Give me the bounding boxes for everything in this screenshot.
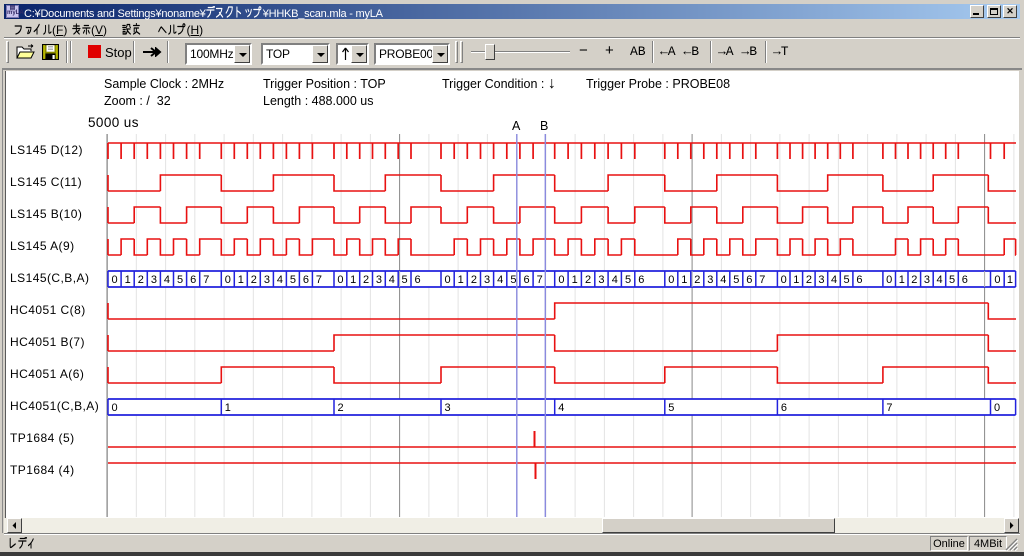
svg-text:4: 4 <box>389 274 395 286</box>
svg-text:6: 6 <box>190 274 196 286</box>
svg-text:1: 1 <box>1007 274 1013 286</box>
svg-text:7: 7 <box>537 274 543 286</box>
svg-text:2: 2 <box>694 274 700 286</box>
svg-text:0: 0 <box>994 402 1000 414</box>
svg-text:0: 0 <box>886 274 892 286</box>
svg-text:1: 1 <box>681 274 687 286</box>
svg-text:6: 6 <box>856 274 862 286</box>
svg-text:5: 5 <box>733 274 739 286</box>
svg-text:3: 3 <box>376 274 382 286</box>
svg-text:3: 3 <box>598 274 604 286</box>
svg-text:5: 5 <box>510 274 516 286</box>
svg-text:4: 4 <box>612 274 618 286</box>
svg-text:4: 4 <box>277 274 283 286</box>
svg-text:1: 1 <box>458 274 464 286</box>
svg-text:1: 1 <box>225 402 231 414</box>
svg-text:0: 0 <box>225 274 231 286</box>
svg-text:5: 5 <box>177 274 183 286</box>
svg-text:0: 0 <box>668 274 674 286</box>
svg-text:3: 3 <box>818 274 824 286</box>
svg-text:6: 6 <box>303 274 309 286</box>
svg-text:1: 1 <box>899 274 905 286</box>
svg-text:0: 0 <box>781 274 787 286</box>
svg-text:1: 1 <box>125 274 131 286</box>
svg-text:2: 2 <box>806 274 812 286</box>
svg-text:6: 6 <box>746 274 752 286</box>
svg-text:6: 6 <box>781 402 787 414</box>
svg-text:2: 2 <box>138 274 144 286</box>
svg-text:2: 2 <box>471 274 477 286</box>
svg-text:1: 1 <box>350 274 356 286</box>
svg-text:2: 2 <box>338 402 344 414</box>
svg-text:7: 7 <box>759 274 765 286</box>
svg-text:7: 7 <box>886 402 892 414</box>
svg-text:7: 7 <box>316 274 322 286</box>
svg-text:0: 0 <box>558 274 564 286</box>
svg-text:4: 4 <box>720 274 726 286</box>
svg-text:1: 1 <box>572 274 578 286</box>
svg-text:6: 6 <box>415 274 421 286</box>
svg-text:5: 5 <box>290 274 296 286</box>
svg-text:2: 2 <box>251 274 257 286</box>
svg-text:4: 4 <box>831 274 837 286</box>
svg-text:0: 0 <box>994 274 1000 286</box>
svg-text:6: 6 <box>962 274 968 286</box>
svg-text:3: 3 <box>151 274 157 286</box>
svg-text:5: 5 <box>668 402 674 414</box>
svg-text:3: 3 <box>264 274 270 286</box>
svg-text:5: 5 <box>844 274 850 286</box>
svg-text:5: 5 <box>402 274 408 286</box>
svg-text:3: 3 <box>484 274 490 286</box>
svg-text:5: 5 <box>949 274 955 286</box>
svg-text:3: 3 <box>924 274 930 286</box>
svg-text:3: 3 <box>707 274 713 286</box>
svg-text:0: 0 <box>337 274 343 286</box>
svg-text:3: 3 <box>445 402 451 414</box>
svg-text:1: 1 <box>793 274 799 286</box>
svg-text:4: 4 <box>497 274 503 286</box>
svg-text:4: 4 <box>936 274 942 286</box>
svg-text:0: 0 <box>112 402 118 414</box>
svg-text:2: 2 <box>363 274 369 286</box>
svg-text:6: 6 <box>523 274 529 286</box>
svg-text:4: 4 <box>558 402 564 414</box>
svg-text:7: 7 <box>203 274 209 286</box>
svg-text:5: 5 <box>625 274 631 286</box>
svg-text:1: 1 <box>238 274 244 286</box>
svg-text:2: 2 <box>585 274 591 286</box>
svg-text:6: 6 <box>638 274 644 286</box>
svg-text:0: 0 <box>112 274 118 286</box>
svg-text:0: 0 <box>445 274 451 286</box>
svg-text:2: 2 <box>911 274 917 286</box>
svg-text:4: 4 <box>164 274 170 286</box>
